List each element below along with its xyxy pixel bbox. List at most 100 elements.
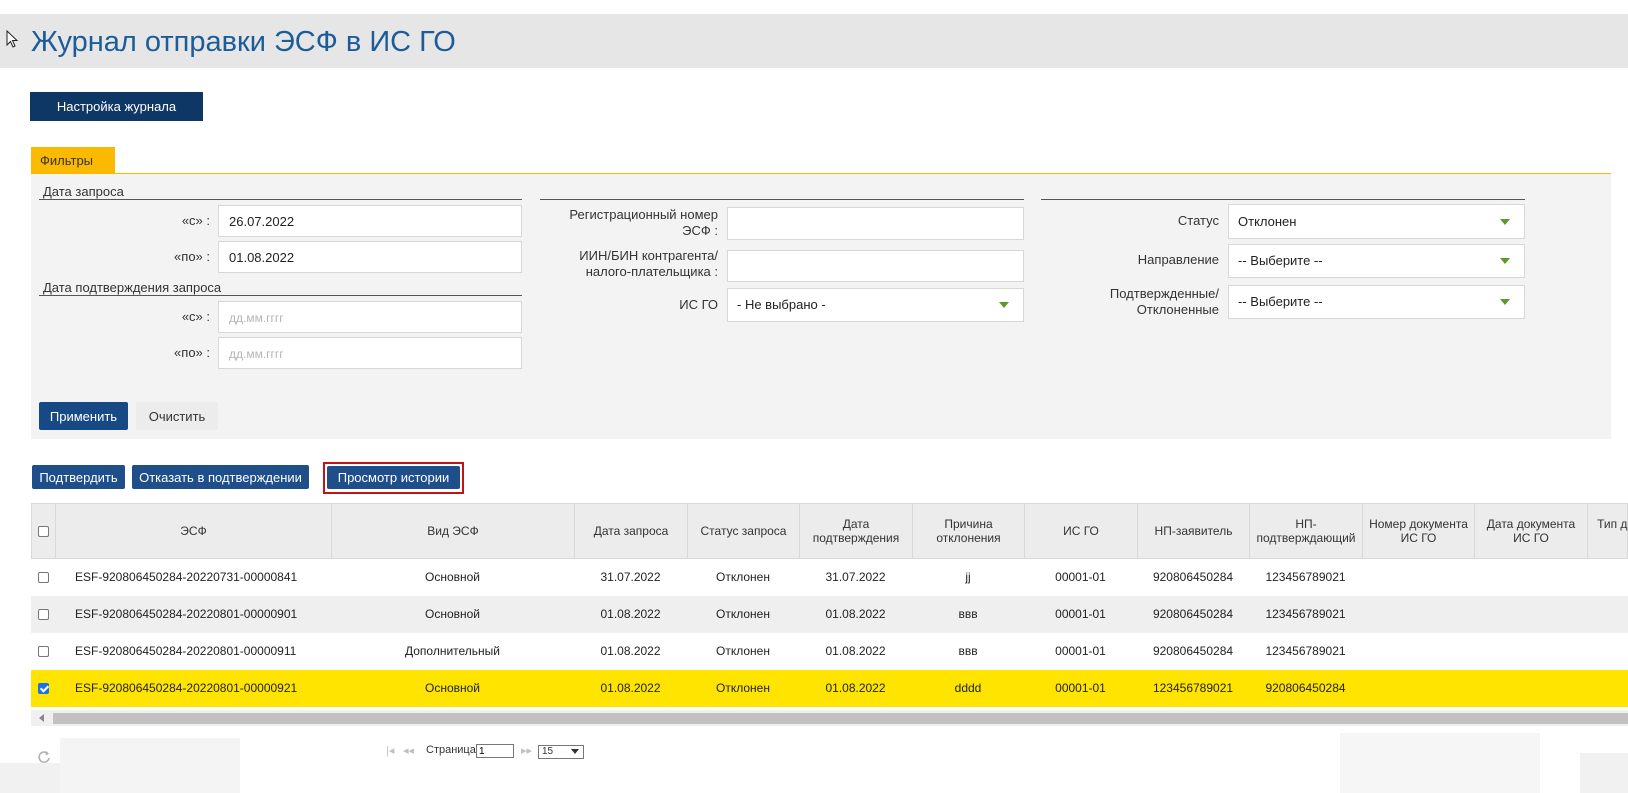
table-cell-type: Основной: [424, 681, 480, 695]
table-cell-applicant: 920806450284: [1152, 607, 1234, 621]
status-label: Статус: [1177, 213, 1219, 228]
refresh-icon[interactable]: [37, 750, 51, 764]
table-row[interactable]: ESF-920806450284-20220801-00000901 Основн…: [31, 596, 1628, 633]
request-date-to-label: «по» :: [174, 249, 210, 264]
section-divider: [540, 199, 1024, 200]
table-cell-type: Дополнительный: [404, 644, 501, 658]
table-cell-confirm-date: 01.08.2022: [825, 681, 886, 695]
table-cell-doc-num: [1362, 596, 1474, 633]
column-header[interactable]: Дата документа ИС ГО: [1475, 504, 1588, 558]
status-selected-value: Отклонен: [1238, 214, 1297, 229]
confirm-date-to-input[interactable]: [218, 337, 522, 369]
confirm-date-section-title: Дата подтверждения запроса: [43, 280, 222, 295]
confirm-date-from-input[interactable]: [218, 301, 522, 333]
prev-page-icon[interactable]: ◂◂: [403, 744, 414, 757]
table-cell-doc-num: [1362, 559, 1474, 596]
journal-settings-button[interactable]: Настройка журнала: [30, 92, 203, 121]
page-header: Журнал отправки ЭСФ в ИС ГО: [0, 14, 1628, 68]
table-cell-confirm-date: 01.08.2022: [825, 644, 886, 658]
horizontal-scrollbar[interactable]: [31, 710, 1628, 726]
column-header[interactable]: Дата запроса: [575, 504, 688, 558]
status-select[interactable]: Отклонен: [1228, 204, 1525, 239]
is-go-selected-value: - Не выбрано -: [737, 297, 826, 312]
view-history-button[interactable]: Просмотр истории: [327, 466, 460, 489]
table-cell-reason: ввв: [958, 644, 978, 658]
table-cell-doc-date: [1474, 596, 1587, 633]
row-checkbox[interactable]: [38, 572, 49, 583]
table-cell-status: Отклонен: [716, 607, 770, 621]
reg-number-label: Регистрационный номер ЭСФ :: [540, 207, 718, 239]
column-header[interactable]: Тип документа ГО: [1588, 504, 1628, 558]
request-date-to-input[interactable]: [218, 241, 522, 273]
confirmed-label-line1: Подтвержденные/: [1109, 286, 1219, 301]
reg-number-input[interactable]: [727, 207, 1024, 240]
table-cell-is-go: 00001-01: [1055, 681, 1106, 695]
confirm-button[interactable]: Подтвердить: [32, 465, 125, 489]
column-header[interactable]: НП-подтверждающий: [1250, 504, 1363, 558]
table-cell-reason: jj: [965, 570, 971, 584]
table-cell-esf: ESF-920806450284-20220801-00000921: [75, 681, 298, 695]
column-header[interactable]: Вид ЭСФ: [332, 504, 575, 558]
iin-bin-input[interactable]: [727, 250, 1024, 282]
direction-select[interactable]: -- Выберите --: [1228, 244, 1525, 278]
chevron-down-icon: [1500, 258, 1510, 264]
table-cell-esf: ESF-920806450284-20220801-00000901: [75, 607, 298, 621]
iin-bin-label-line1: ИИН/БИН контрагента/: [579, 248, 718, 263]
request-date-from-input[interactable]: [218, 205, 522, 237]
table-cell-applicant: 123456789021: [1152, 681, 1234, 695]
table-row[interactable]: ESF-920806450284-20220801-00000921 Основн…: [31, 670, 1628, 707]
next-page-icon[interactable]: ▸▸: [521, 744, 532, 757]
iin-bin-label: ИИН/БИН контрагента/ налого-плательщика …: [540, 248, 718, 280]
table-cell-req-date: 01.08.2022: [600, 681, 661, 695]
table-cell-esf: ESF-920806450284-20220731-00000841: [75, 570, 298, 584]
table-cell-req-date: 01.08.2022: [600, 644, 661, 658]
first-page-icon[interactable]: |◂: [386, 744, 394, 757]
select-all-checkbox[interactable]: [38, 525, 49, 537]
confirmed-label: Подтвержденные/ Отклоненные: [1060, 286, 1219, 318]
page-title: Журнал отправки ЭСФ в ИС ГО: [31, 26, 456, 58]
confirmed-selected-value: -- Выберите --: [1238, 294, 1323, 309]
row-checkbox[interactable]: [38, 609, 49, 620]
iin-bin-label-line2: налого-плательщика :: [585, 264, 718, 279]
column-header[interactable]: Дата подтверждения: [800, 504, 913, 558]
section-divider: [39, 295, 522, 296]
table-cell-is-go: 00001-01: [1055, 570, 1106, 584]
table-header: ЭСФ Вид ЭСФ Дата запроса Статус запроса …: [31, 503, 1628, 559]
chevron-down-icon: [1500, 299, 1510, 305]
confirmed-select[interactable]: -- Выберите --: [1228, 285, 1525, 319]
column-header[interactable]: Номер документа ИС ГО: [1363, 504, 1475, 558]
table-cell-confirmer: 123456789021: [1265, 607, 1346, 621]
table-row[interactable]: ESF-920806450284-20220731-00000841 Основн…: [31, 559, 1628, 596]
confirmed-label-line2: Отклоненные: [1136, 302, 1219, 317]
scrollbar-thumb[interactable]: [53, 713, 1628, 724]
reject-confirmation-button[interactable]: Отказать в подтверждении: [132, 465, 309, 489]
table-cell-status: Отклонен: [716, 681, 770, 695]
row-checkbox[interactable]: [38, 683, 49, 694]
table-cell-applicant: 920806450284: [1152, 570, 1234, 584]
is-go-select[interactable]: - Не выбрано -: [727, 288, 1024, 322]
apply-button[interactable]: Применить: [39, 402, 128, 430]
scroll-left-icon[interactable]: [39, 714, 44, 722]
section-divider: [1041, 199, 1525, 200]
column-header[interactable]: ЭСФ: [56, 504, 332, 558]
select-all-cell: [32, 504, 56, 558]
table-cell-doc-date: [1474, 670, 1587, 707]
background-skyline-decoration: [1580, 753, 1628, 793]
table-row[interactable]: ESF-920806450284-20220801-00000911 Дополн…: [31, 633, 1628, 670]
table-cell-confirm-date: 31.07.2022: [825, 570, 886, 584]
table-cell-doc-type: [1587, 633, 1628, 670]
table-cell-reason: ввв: [958, 607, 978, 621]
clear-button[interactable]: Очистить: [136, 402, 218, 430]
column-header[interactable]: НП-заявитель: [1138, 504, 1250, 558]
column-header[interactable]: ИС ГО: [1025, 504, 1138, 558]
page-number-input[interactable]: [476, 744, 514, 758]
row-checkbox[interactable]: [38, 646, 49, 657]
table-cell-confirmer: 123456789021: [1265, 644, 1346, 658]
page-size-select[interactable]: 15: [538, 745, 584, 759]
table-cell-status: Отклонен: [716, 570, 770, 584]
column-header[interactable]: Причина отклонения: [913, 504, 1025, 558]
direction-selected-value: -- Выберите --: [1238, 253, 1323, 268]
request-date-from-label: «с» :: [181, 213, 210, 228]
column-header[interactable]: Статус запроса: [688, 504, 800, 558]
tab-filters[interactable]: Фильтры: [31, 147, 115, 174]
